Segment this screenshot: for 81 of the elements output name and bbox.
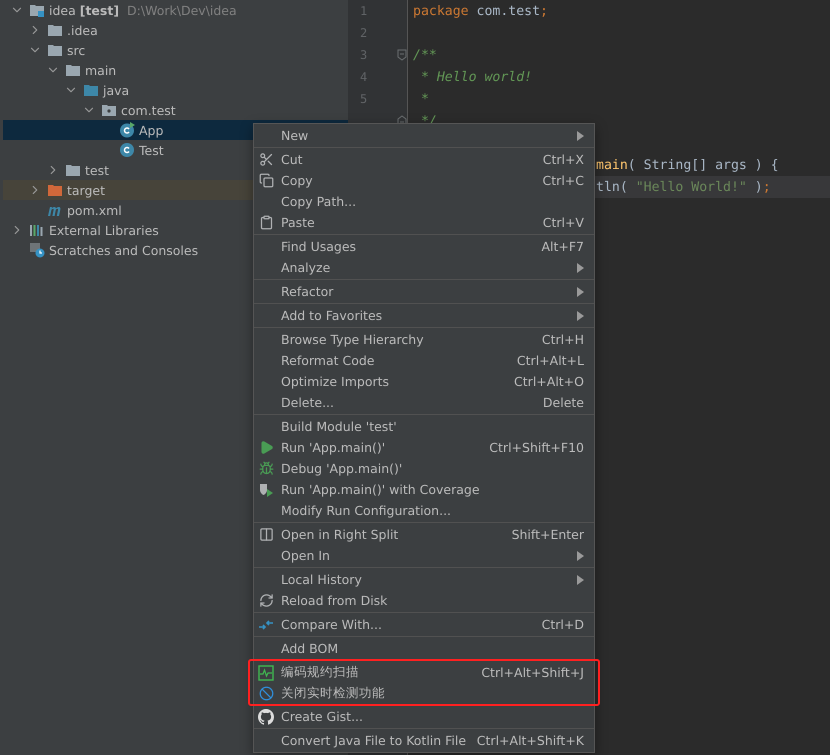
code-line: * Hello world!	[420, 70, 532, 84]
tree-item-label: com.test	[121, 102, 176, 118]
tree-item-label: src	[67, 42, 86, 58]
fold-icon[interactable]	[397, 49, 407, 61]
forbidden-icon	[258, 686, 274, 701]
tree-item-label: target	[67, 182, 106, 198]
submenu-arrow-icon	[576, 286, 584, 296]
copy-icon	[258, 173, 274, 188]
tree-item-label: Test	[139, 142, 164, 158]
menu-item[interactable]: Run 'App.main()' with Coverage	[254, 479, 594, 500]
tree-item-label: idea [test]	[49, 2, 120, 18]
menu-item[interactable]: Optimize Imports Ctrl+Alt+O	[254, 371, 594, 392]
menu-item[interactable]: Browse Type Hierarchy Ctrl+H	[254, 329, 594, 350]
github-icon	[258, 708, 274, 724]
tree-item-label: main	[85, 62, 116, 78]
menu-item[interactable]: Reformat Code Ctrl+Alt+L	[254, 350, 594, 371]
tree-row[interactable]: src	[3, 40, 348, 60]
menu-item[interactable]: Find Usages Alt+F7	[254, 236, 594, 257]
tree-item-label: App	[139, 122, 164, 138]
menu-item[interactable]: Reload from Disk	[254, 590, 594, 611]
submenu-arrow-icon	[576, 574, 584, 584]
tree-item-label: .idea	[67, 22, 98, 38]
menu-item[interactable]: Paste Ctrl+V	[254, 212, 594, 233]
class-icon	[119, 142, 135, 158]
tree-row[interactable]: com.test	[3, 100, 348, 120]
class-icon	[119, 122, 135, 138]
bug-icon	[258, 461, 274, 476]
tree-item-label: External Libraries	[49, 222, 159, 238]
folder-icon	[47, 182, 63, 198]
split-icon	[258, 527, 274, 542]
code-line: main( String[] args ) {	[596, 158, 779, 172]
menu-item[interactable]: Cut Ctrl+X	[254, 149, 594, 170]
menu-item[interactable]: Local History	[254, 569, 594, 590]
folder-icon	[65, 162, 81, 178]
menu-item[interactable]: Debug 'App.main()'	[254, 458, 594, 479]
scissors-icon	[258, 152, 274, 167]
folder-icon	[47, 22, 63, 38]
code-line: *	[420, 92, 429, 106]
menu-item[interactable]: 编码规约扫描 Ctrl+Alt+Shift+J	[254, 662, 594, 683]
libraries-icon	[29, 222, 45, 238]
menu-item[interactable]: Build Module 'test'	[254, 416, 594, 437]
tree-row[interactable]: java	[3, 80, 348, 100]
chart-icon	[258, 664, 274, 680]
code-line: /**	[413, 48, 437, 62]
tree-item-label: test	[85, 162, 110, 178]
package-icon	[101, 102, 117, 118]
menu-item[interactable]: Add BOM	[254, 638, 594, 659]
menu-item[interactable]: Run 'App.main()' Ctrl+Shift+F10	[254, 437, 594, 458]
folder-icon	[65, 62, 81, 78]
menu-item[interactable]: Convert Java File to Kotlin File Ctrl+Alt+Shift+K	[254, 730, 594, 751]
folder-icon	[47, 42, 63, 58]
coverage-icon	[258, 482, 274, 498]
module-folder-icon	[29, 2, 45, 18]
submenu-arrow-icon	[576, 310, 584, 320]
run-icon	[258, 440, 274, 455]
tree-item-label: pom.xml	[67, 202, 122, 218]
code-line: package com.test;	[413, 4, 548, 18]
reload-icon	[258, 593, 274, 608]
menu-item[interactable]: Add to Favorites	[254, 305, 594, 326]
submenu-arrow-icon	[576, 550, 584, 560]
menu-item[interactable]: Compare With... Ctrl+D	[254, 614, 594, 635]
menu-item[interactable]: Open In	[254, 545, 594, 566]
tree-item-label: java	[103, 82, 130, 98]
menu-item[interactable]: Modify Run Configuration...	[254, 500, 594, 521]
folder-icon	[83, 82, 99, 98]
submenu-arrow-icon	[576, 130, 584, 140]
scratches-icon	[29, 242, 45, 258]
menu-item[interactable]: Refactor	[254, 281, 594, 302]
menu-item[interactable]: Analyze	[254, 257, 594, 278]
menu-item[interactable]: Open in Right Split Shift+Enter	[254, 524, 594, 545]
tree-item-label: Scratches and Consoles	[49, 242, 198, 258]
menu-item[interactable]: Delete... Delete	[254, 392, 594, 413]
submenu-arrow-icon	[576, 262, 584, 272]
clipboard-icon	[258, 215, 274, 230]
project-path: D:\Work\Dev\idea	[127, 2, 237, 18]
menu-item[interactable]: Create Gist...	[254, 706, 594, 727]
code-line: tln( "Hello World!" );	[596, 180, 771, 194]
menu-item[interactable]: 关闭实时检测功能	[254, 683, 594, 704]
tree-row[interactable]: .idea	[3, 20, 348, 40]
tree-row[interactable]: idea [test] D:\Work\Dev\idea	[3, 0, 348, 20]
tree-row[interactable]: main	[3, 60, 348, 80]
